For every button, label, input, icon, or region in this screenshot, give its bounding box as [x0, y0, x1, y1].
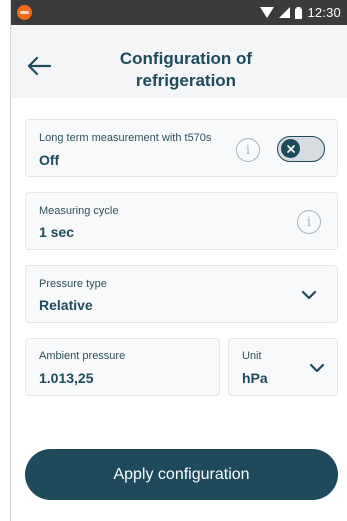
unit-value: hPa [242, 370, 268, 386]
ambient-pressure-label: Ambient pressure [39, 350, 126, 362]
pressure-type-value: Relative [39, 297, 93, 313]
info-icon[interactable]: i [297, 210, 321, 234]
status-indicators: 12:30 [260, 5, 341, 20]
wifi-icon [260, 7, 275, 18]
status-bar: 12:30 [11, 0, 347, 25]
measuring-cycle-card[interactable]: Measuring cycle 1 sec i [25, 192, 338, 250]
close-icon [286, 144, 295, 153]
app-logo-icon [17, 5, 32, 20]
back-button[interactable] [25, 54, 53, 78]
chevron-down-icon[interactable] [308, 362, 326, 374]
pressure-type-label: Pressure type [39, 278, 107, 290]
measuring-cycle-value: 1 sec [39, 224, 75, 240]
page-title: Configuration of refrigeration [81, 48, 291, 92]
ambient-pressure-value: 1.013,25 [39, 370, 94, 386]
page-title-line2: refrigeration [135, 71, 237, 90]
page-title-line1: Configuration of [119, 49, 253, 68]
toggle-knob [281, 139, 300, 158]
long-term-measurement-label: Long term measurement with t570s [39, 132, 212, 144]
long-term-measurement-toggle[interactable] [277, 136, 325, 162]
signal-icon [279, 7, 291, 18]
header: Configuration of refrigeration [11, 25, 347, 98]
pressure-type-dropdown[interactable]: Pressure type Relative [25, 265, 338, 323]
info-icon[interactable]: i [236, 138, 260, 162]
long-term-measurement-card: Long term measurement with t570s Off i [25, 119, 338, 177]
apply-configuration-button[interactable]: Apply configuration [25, 449, 338, 500]
unit-dropdown[interactable]: Unit hPa [228, 338, 338, 396]
battery-icon [295, 6, 303, 19]
left-edge [0, 0, 10, 521]
measuring-cycle-label: Measuring cycle [39, 205, 119, 217]
status-time: 12:30 [307, 5, 341, 20]
long-term-measurement-value: Off [39, 152, 60, 168]
unit-label: Unit [242, 350, 262, 362]
chevron-down-icon[interactable] [300, 289, 318, 301]
ambient-pressure-field[interactable]: Ambient pressure 1.013,25 [25, 338, 220, 396]
arrow-left-icon [27, 56, 51, 76]
